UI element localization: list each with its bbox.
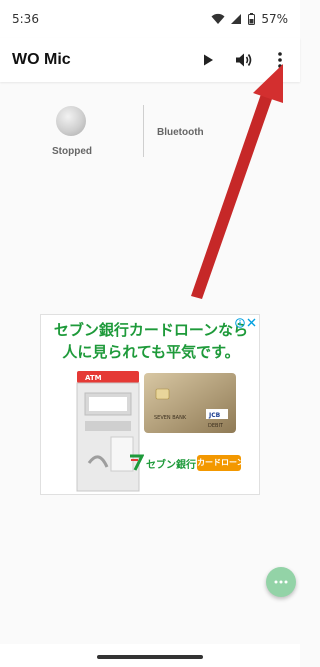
app-toolbar: WO Mic <box>0 38 300 82</box>
ad-brand-line: セブン銀行 カードローン <box>126 451 256 475</box>
toolbar-actions <box>196 38 292 82</box>
card-network-text: JCB <box>208 412 221 419</box>
advertisement-banner[interactable]: セブン銀行カードローンなら 人に見られても平気です。 ATM SEVEN BAN… <box>40 314 260 495</box>
overflow-menu-button[interactable] <box>268 48 292 72</box>
status-time: 5:36 <box>12 12 39 26</box>
status-bar: 5:36 57% <box>0 0 300 38</box>
more-horizontal-icon <box>274 580 288 584</box>
panel-divider <box>143 105 144 157</box>
signal-icon <box>231 14 242 24</box>
transport-mode[interactable]: Bluetooth <box>157 127 204 138</box>
card-type-text: DEBIT <box>208 423 224 429</box>
ad-headline-line1: セブン銀行カードローンなら <box>53 321 249 339</box>
ad-close-icon[interactable] <box>246 317 257 328</box>
play-icon <box>204 54 213 66</box>
volume-icon <box>236 53 252 67</box>
card-brand-text: SEVEN BANK <box>154 415 187 421</box>
status-indicator <box>56 106 86 136</box>
ad-info-icon[interactable] <box>235 318 245 328</box>
battery-percent: 57% <box>261 12 288 26</box>
ad-headline: セブン銀行カードローンなら 人に見られても平気です。 <box>41 319 259 363</box>
status-icons: 57% <box>211 12 288 26</box>
wifi-icon <box>211 13 225 24</box>
atm-sign-text: ATM <box>85 374 102 382</box>
battery-icon <box>248 13 256 25</box>
overflow-menu-icon <box>278 52 282 68</box>
seven-bank-logo-icon <box>130 454 144 471</box>
app-title: WO Mic <box>12 51 71 68</box>
navigation-bar <box>0 644 300 667</box>
product-badge: カードローン <box>197 455 245 471</box>
debit-card-image: SEVEN BANK JCB DEBIT <box>144 373 236 433</box>
bank-name: セブン銀行 <box>146 460 196 471</box>
connection-status: Stopped <box>52 146 92 157</box>
home-gesture-handle[interactable] <box>97 655 203 659</box>
ad-headline-line2: 人に見られても平気です。 <box>62 343 240 361</box>
play-button[interactable] <box>196 48 220 72</box>
volume-button[interactable] <box>232 48 256 72</box>
mic-status-panel: Stopped Bluetooth <box>0 90 300 180</box>
more-options-fab[interactable] <box>266 567 296 597</box>
